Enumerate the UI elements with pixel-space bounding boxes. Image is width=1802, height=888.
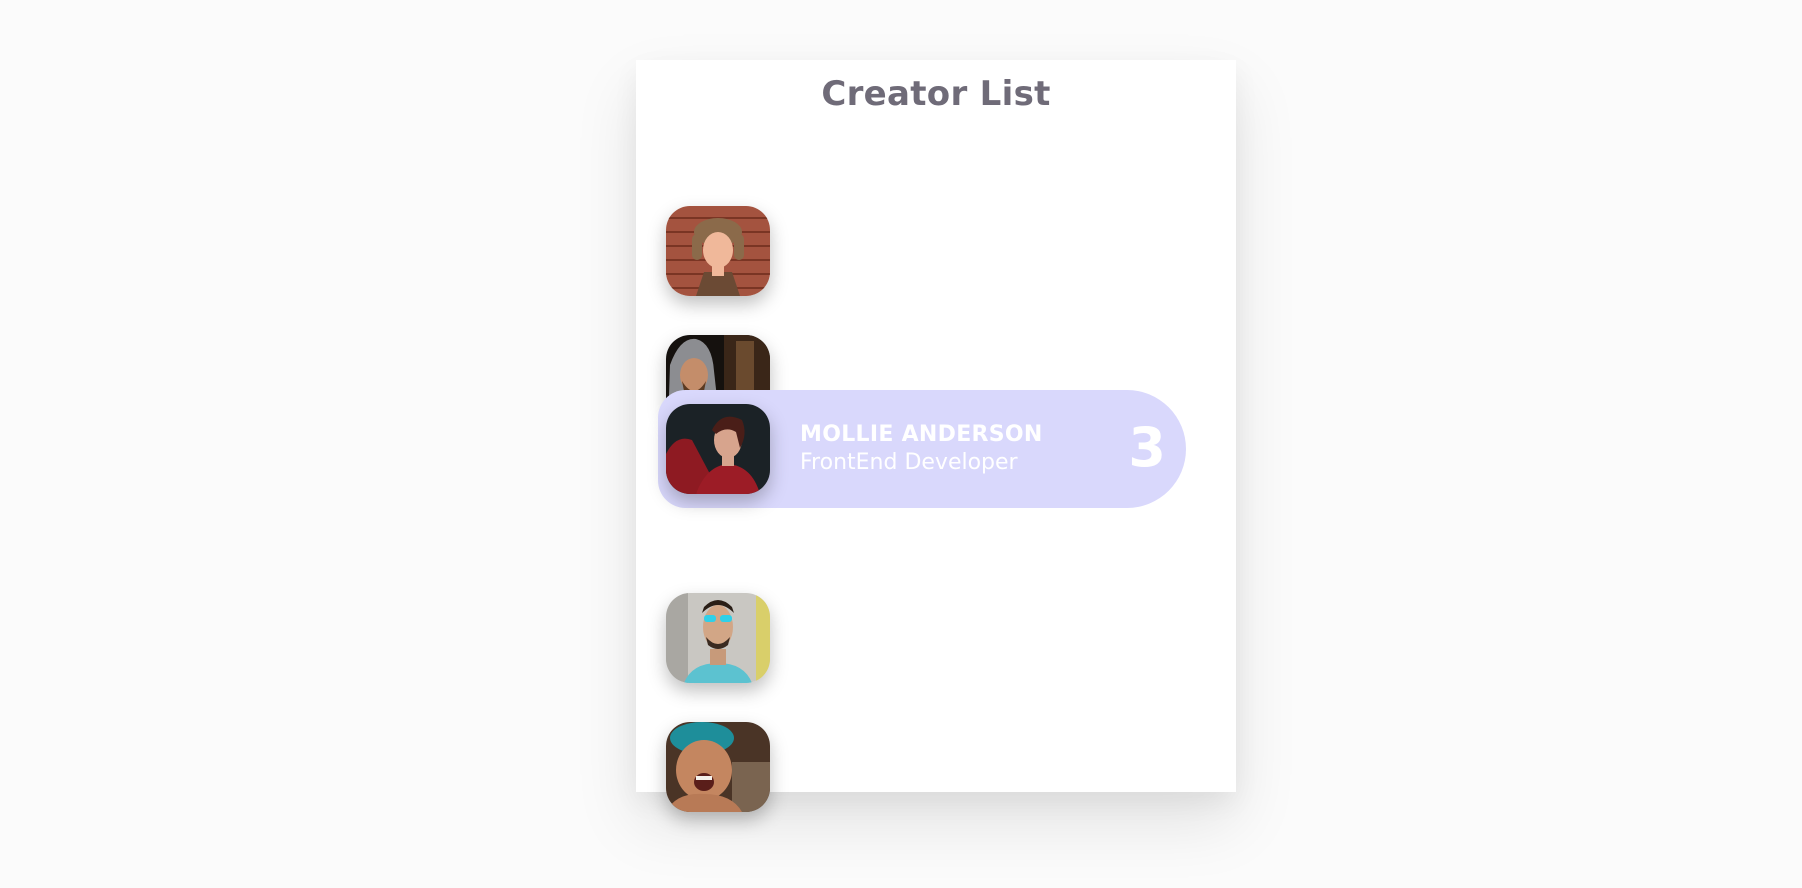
creator-info: MOLLIE ANDERSON FrontEnd Developer — [800, 421, 1043, 477]
creator-name: MOLLIE ANDERSON — [800, 422, 1043, 447]
avatar-man-fur-hat-icon — [666, 206, 770, 296]
creator-avatar[interactable] — [666, 722, 770, 812]
creator-row-active[interactable]: MOLLIE ANDERSON FrontEnd Developer 3 — [658, 390, 1186, 508]
creator-avatar[interactable] — [666, 404, 770, 494]
creator-row[interactable] — [658, 579, 1186, 697]
creator-role: FrontEnd Developer — [800, 450, 1018, 475]
avatar-man-sunglasses-icon — [666, 593, 770, 683]
creator-avatar[interactable] — [666, 206, 770, 296]
creator-list-card: Creator List MOLLIE ANDERSON FrontEnd De… — [636, 60, 1236, 812]
creator-row[interactable] — [658, 192, 1186, 310]
avatar-woman-red-sweater-icon — [666, 404, 770, 494]
creator-list: MOLLIE ANDERSON FrontEnd Developer 3 — [636, 60, 1236, 812]
avatar-woman-blue-hair-icon — [666, 722, 770, 812]
creator-row[interactable] — [658, 708, 1186, 826]
creator-avatar[interactable] — [666, 593, 770, 683]
creator-rank: 3 — [1128, 416, 1166, 479]
